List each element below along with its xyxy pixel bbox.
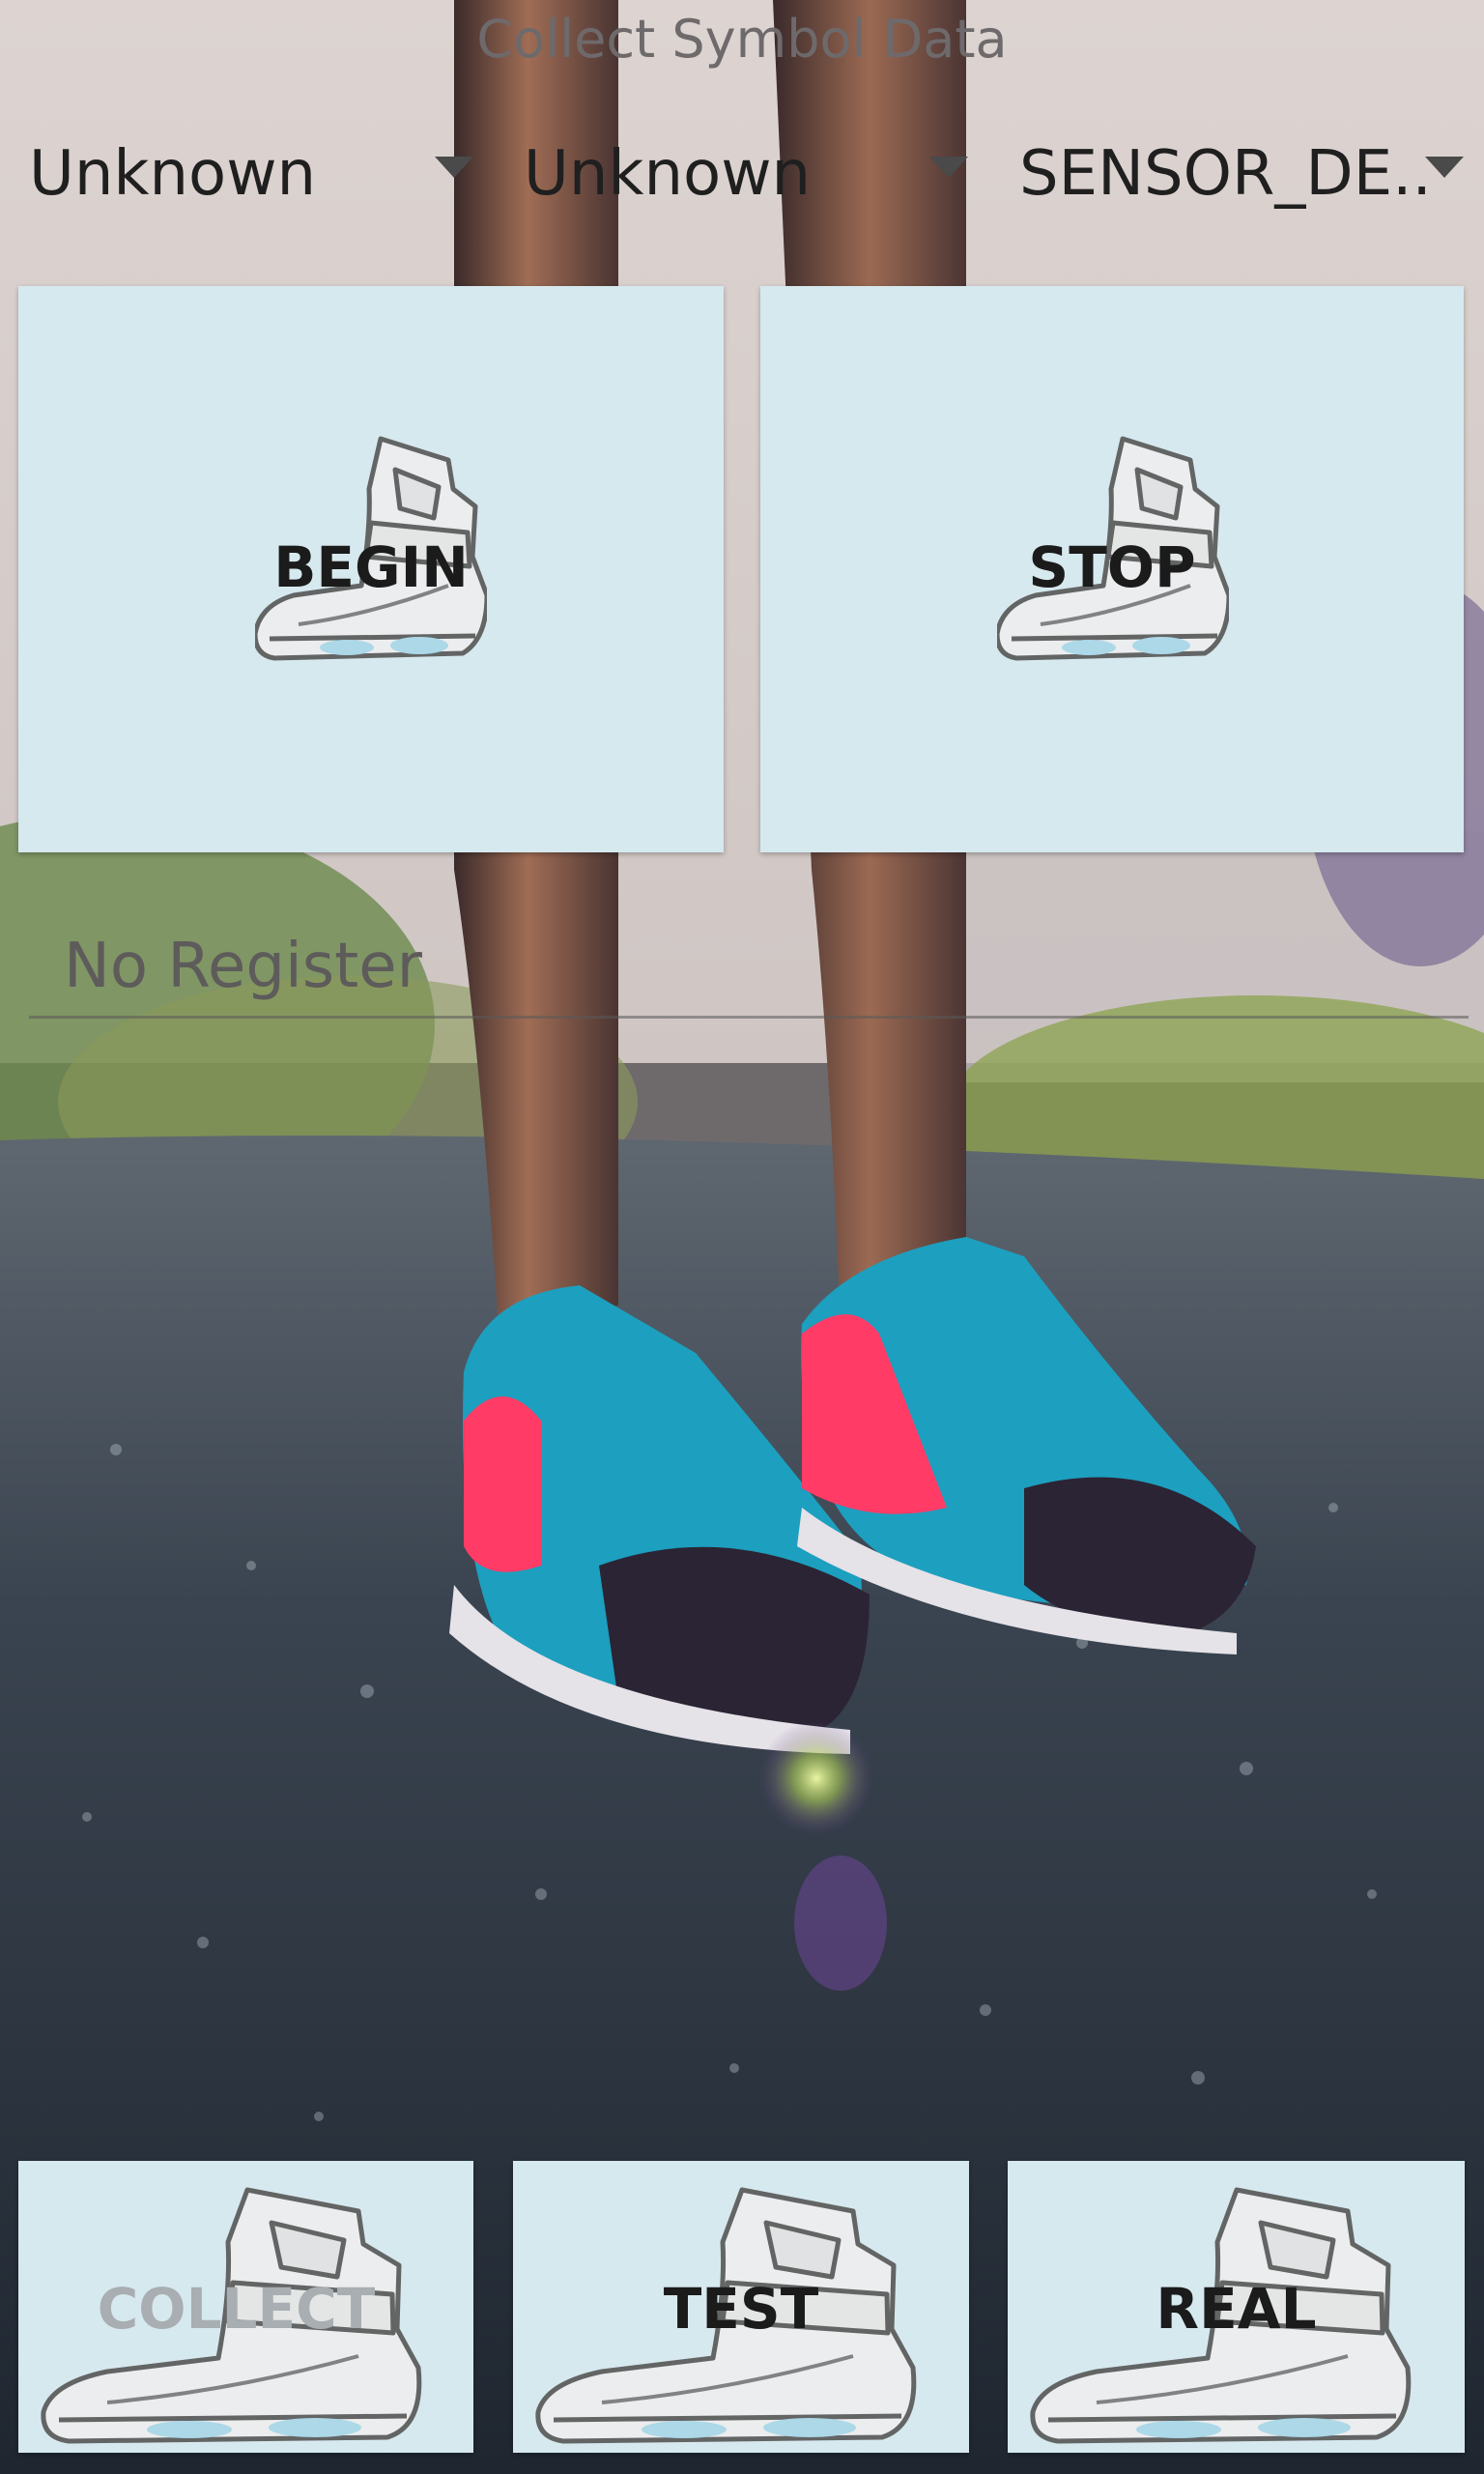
spinner-sensor-value: SENSOR_DE.. [1019,138,1432,210]
stop-button[interactable]: STOP [760,286,1464,852]
real-button[interactable]: REAL [1008,2161,1465,2453]
test-button[interactable]: TEST [513,2161,969,2453]
dropdown-arrow-icon [1425,157,1464,178]
stop-label: STOP [1028,534,1196,600]
collect-button[interactable]: COLLECT [18,2161,473,2453]
test-label: TEST [663,2276,819,2342]
page-title: Collect Symbol Data [476,9,1008,70]
begin-button[interactable]: BEGIN [18,286,724,852]
dropdown-arrow-icon [435,157,473,178]
register-placeholder: No Register [64,931,422,1002]
register-field[interactable]: No Register [29,918,1469,1019]
spinner-sensor[interactable]: SENSOR_DE.. [1019,126,1470,222]
begin-label: BEGIN [273,534,469,600]
collect-label: COLLECT [97,2276,376,2342]
spinner-1[interactable]: Unknown [29,126,473,222]
spinner-2-value: Unknown [524,138,812,210]
spinner-2[interactable]: Unknown [524,126,968,222]
dropdown-arrow-icon [929,157,968,178]
real-label: REAL [1156,2276,1317,2342]
register-underline [29,1016,1469,1019]
spinner-1-value: Unknown [29,138,317,210]
